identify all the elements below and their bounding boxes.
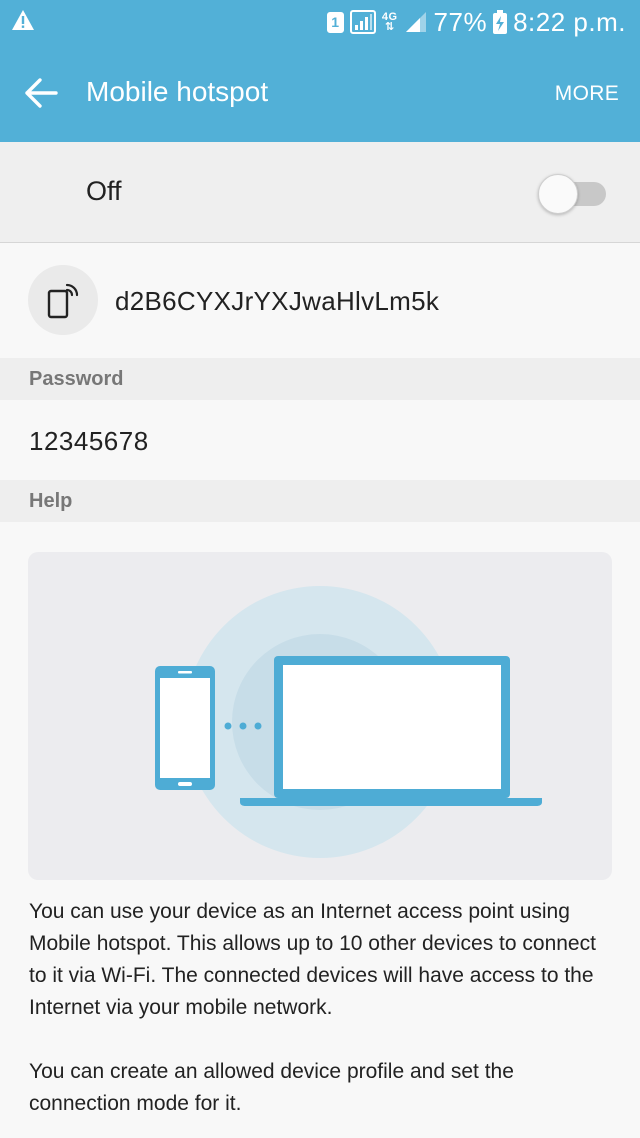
clock: 8:22 p.m.	[513, 6, 626, 37]
4g-icon: 4G ⇅	[381, 11, 398, 33]
sim-icon: 1	[326, 11, 344, 33]
app-bar: Mobile hotspot MORE	[0, 44, 640, 142]
password-header-label: Password	[29, 368, 124, 390]
page-title: Mobile hotspot	[86, 76, 269, 107]
battery-percent: 77%	[433, 6, 488, 37]
hotspot-toggle[interactable]	[538, 174, 608, 214]
signal-bars-icon	[405, 12, 426, 32]
signal-icon	[349, 10, 376, 34]
help-paragraph-2: You can create an allowed device profile…	[29, 1060, 514, 1115]
status-bar: 1 4G ⇅ 77% 8:22 p.m.	[0, 0, 640, 44]
hotspot-illustration	[28, 552, 612, 880]
help-header-label: Help	[29, 490, 73, 512]
warning-icon	[12, 10, 34, 30]
network-name-row[interactable]: d2B6CYXJrYXJwaHlvLm5k	[0, 244, 640, 358]
password-value: 12345678	[29, 426, 149, 456]
toggle-thumb	[538, 174, 578, 214]
arrow-left-icon[interactable]	[24, 77, 58, 109]
hotspot-device-icon	[28, 265, 98, 335]
network-name: d2B6CYXJrYXJwaHlvLm5k	[115, 286, 440, 316]
help-area: You can use your device as an Internet a…	[0, 522, 640, 1138]
password-header: Password	[0, 358, 640, 400]
help-header: Help	[0, 480, 640, 522]
password-row[interactable]: 12345678	[0, 400, 640, 480]
more-button[interactable]: MORE	[555, 82, 619, 106]
help-paragraph-1: You can use your device as an Internet a…	[29, 900, 596, 1019]
switch-label: Off	[86, 176, 122, 206]
hotspot-switch-row[interactable]: Off	[0, 142, 640, 243]
battery-charging-icon	[493, 10, 508, 34]
